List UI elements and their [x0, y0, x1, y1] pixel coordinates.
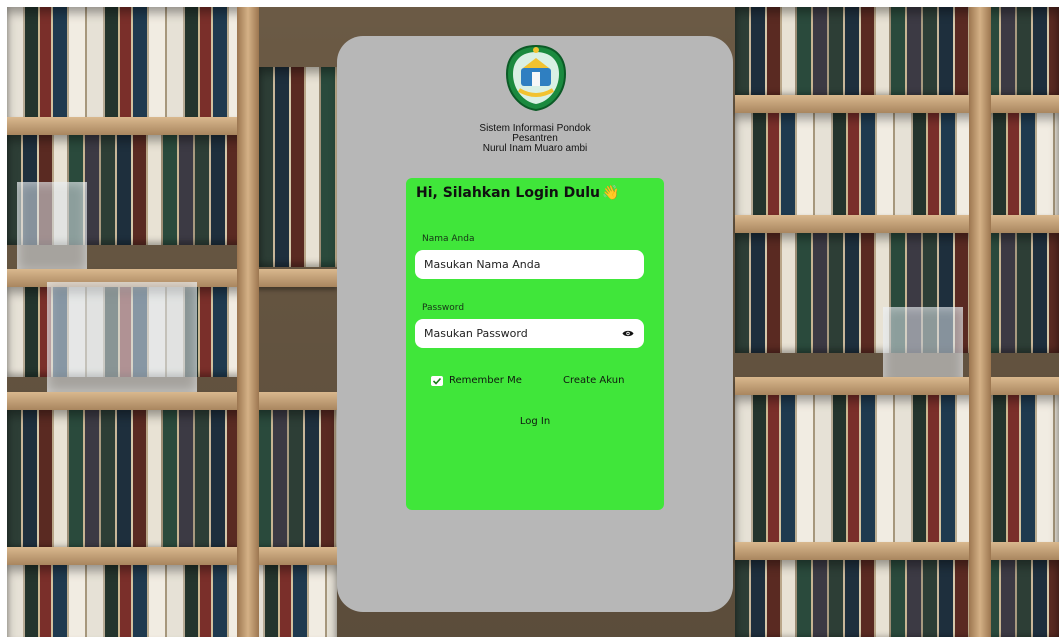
- greeting-text: Hi, Silahkan Login Dulu: [416, 185, 600, 201]
- name-input[interactable]: Masukan Nama Anda: [415, 250, 644, 279]
- bookshelf-row: [735, 113, 1059, 223]
- wrapped-books: [883, 307, 963, 387]
- login-form-panel: Hi, Silahkan Login Dulu 👋 Nama Anda Masuk…: [406, 178, 664, 510]
- shelf-plank: [735, 95, 1059, 113]
- name-placeholder: Masukan Nama Anda: [424, 258, 541, 271]
- checkbox-checked-icon[interactable]: [431, 375, 443, 386]
- greeting-heading: Hi, Silahkan Login Dulu 👋: [416, 185, 619, 201]
- login-card: Sistem Informasi Pondok Pesantren Nurul …: [337, 36, 733, 612]
- waving-hand-icon: 👋: [601, 185, 620, 201]
- bookshelf-row: [7, 565, 337, 637]
- password-label: Password: [422, 303, 465, 313]
- password-placeholder: Masukan Password: [424, 327, 528, 340]
- bookshelf-row: [259, 67, 339, 267]
- title-line: Nurul Inam Muaro ambi: [482, 143, 588, 154]
- institution-logo: [499, 42, 573, 112]
- bookshelf-row: [735, 7, 1059, 97]
- shelf-plank: [735, 215, 1059, 233]
- create-account-link[interactable]: Create Akun: [563, 375, 624, 386]
- shelf-plank: [735, 542, 1059, 560]
- shelf-plank: [735, 377, 1059, 395]
- shelf-post: [969, 7, 991, 637]
- bookshelf-row: [7, 7, 247, 127]
- remember-me-checkbox[interactable]: Remember Me: [431, 375, 522, 386]
- shelf-plank: [7, 547, 337, 565]
- eye-icon[interactable]: [622, 328, 634, 337]
- remember-me-label: Remember Me: [449, 375, 522, 386]
- bookshelf-row: [735, 560, 1059, 637]
- bookshelf-row: [7, 410, 337, 550]
- shelf-post: [237, 7, 259, 637]
- app-title: Sistem Informasi Pondok Pesantren Nurul …: [337, 124, 733, 154]
- wrapped-books: [17, 182, 87, 272]
- bookshelf-row: [735, 395, 1059, 555]
- login-button[interactable]: Log In: [406, 416, 664, 427]
- wrapped-books: [47, 282, 197, 392]
- name-label: Nama Anda: [422, 234, 475, 244]
- shelf-plank: [7, 392, 337, 410]
- password-input[interactable]: Masukan Password: [415, 319, 644, 348]
